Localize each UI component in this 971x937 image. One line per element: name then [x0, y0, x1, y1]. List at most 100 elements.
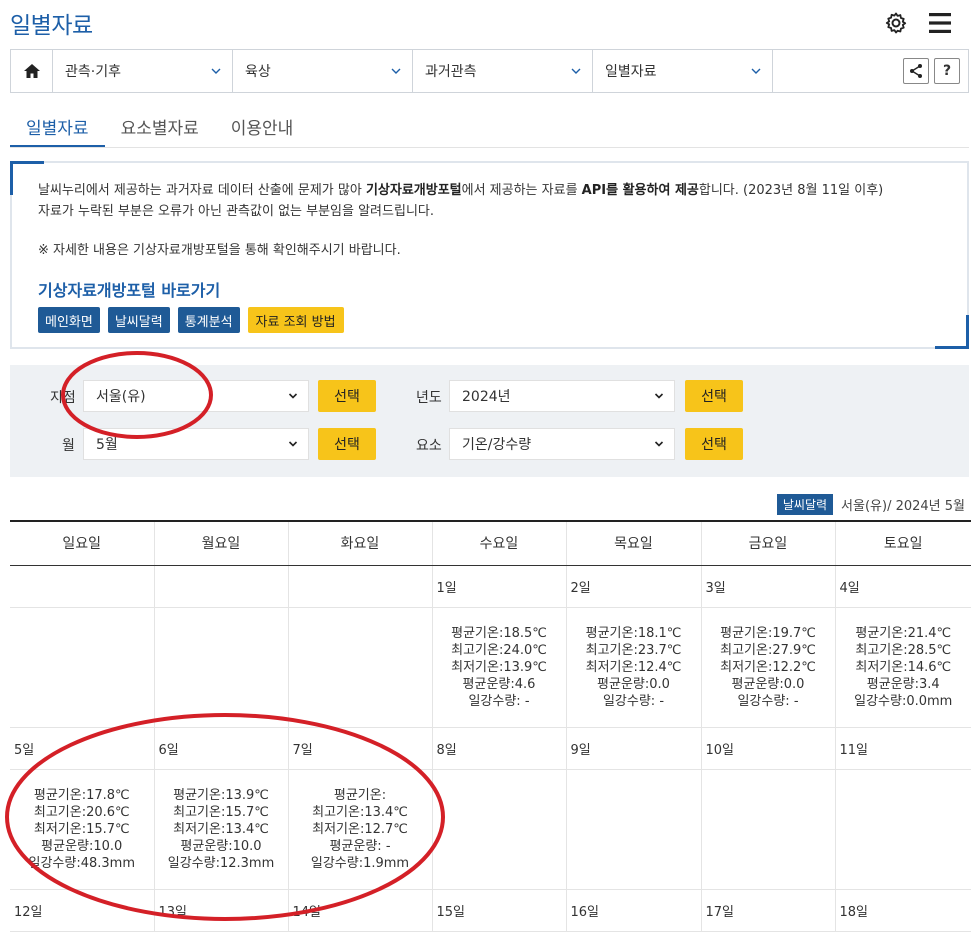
- day-data-cell: [835, 769, 971, 890]
- tab-daily[interactable]: 일별자료: [10, 106, 105, 148]
- weather-value: 최고기온:13.4℃: [312, 804, 408, 820]
- day-number-cell: 4일: [835, 565, 971, 608]
- year-label: 년도: [416, 390, 442, 406]
- gear-icon[interactable]: [883, 10, 909, 36]
- day-number-cell: 16일: [566, 889, 702, 932]
- weather-value: 최저기온:12.4℃: [585, 659, 682, 675]
- year-select[interactable]: 2024년: [449, 380, 675, 412]
- day-number-cell: 1일: [432, 565, 567, 608]
- notice-line-3: ※ 자세한 내용은 기상자료개방포털을 통해 확인해주시기 바랍니다.: [38, 243, 401, 258]
- day-number-cell: 5일: [10, 727, 155, 770]
- element-select[interactable]: 기온/강수량: [449, 428, 675, 460]
- weather-value: 평균기온:18.5℃: [451, 625, 547, 641]
- weather-value: 평균운량:3.4: [866, 676, 940, 692]
- help-button[interactable]: ?: [934, 58, 960, 84]
- chevron-down-icon: [751, 68, 761, 74]
- chevron-down-icon: [654, 393, 664, 399]
- weather-value: 평균기온:: [333, 787, 387, 803]
- day-number-cell: 13일: [154, 889, 289, 932]
- day-number-cell: 17일: [701, 889, 836, 932]
- day-number-cell: 3일: [701, 565, 836, 608]
- weather-value: 평균기온:17.8℃: [33, 787, 130, 803]
- weather-value: 평균기온:21.4℃: [855, 625, 952, 641]
- day-data-cell: 평균기온:21.4℃ 최고기온:28.5℃ 최저기온:14.6℃ 평균운량:3.4 일강…: [835, 607, 971, 728]
- day-number-cell: [10, 565, 155, 608]
- notice-line-2: 자료가 누락된 부분은 오류가 아닌 관측값이 없는 부분임을 알려드립니다.: [38, 204, 434, 219]
- day-number-cell: 14일: [288, 889, 433, 932]
- station-select[interactable]: 서울(유): [83, 380, 309, 412]
- home-icon[interactable]: [11, 50, 53, 92]
- weather-value: 일강수량:0.0mm: [854, 693, 953, 709]
- weather-value: 일강수량: -: [468, 693, 530, 709]
- top-icons: [883, 10, 953, 36]
- main-page-button[interactable]: 메인화면: [38, 307, 100, 333]
- breadcrumb-nav: 관측·기후 육상 과거관측 일별자료 ?: [10, 49, 969, 93]
- element-label: 요소: [416, 438, 442, 454]
- weather-calendar-button[interactable]: 날씨달력: [107, 307, 170, 333]
- menu-icon[interactable]: [927, 10, 953, 36]
- weather-value: 평균기온:13.9℃: [173, 787, 269, 803]
- statistics-button[interactable]: 통계분석: [177, 307, 240, 333]
- weather-value: 최고기온:24.0℃: [451, 642, 547, 658]
- nav-select-category[interactable]: 관측·기후: [53, 50, 233, 92]
- day-number-cell: 2일: [566, 565, 702, 608]
- day-data-row: 평균기온:18.5℃ 최고기온:24.0℃ 최저기온:13.9℃ 평균운량:4.6 일강…: [10, 607, 971, 728]
- howto-button[interactable]: 자료 조회 방법: [247, 307, 344, 333]
- weather-value: 일강수량: -: [737, 693, 799, 709]
- calendar-table: 일요일 월요일 화요일 수요일 목요일 금요일 토요일 1일 2일 3일 4일 평균기온…: [10, 520, 971, 932]
- weather-value: 최저기온:13.9℃: [451, 659, 547, 675]
- weather-value: 평균운량:10.0: [41, 838, 123, 854]
- month-select[interactable]: 5월: [83, 428, 309, 460]
- share-button[interactable]: [903, 58, 929, 84]
- tab-guide[interactable]: 이용안내: [215, 106, 310, 148]
- weather-value: 평균운량:0.0: [597, 676, 670, 692]
- corner-accent: [10, 161, 13, 195]
- year-select-button[interactable]: 선택: [685, 380, 743, 412]
- day-data-cell: 평균기온:18.1℃ 최고기온:23.7℃ 최저기온:12.4℃ 평균운량:0.0 일강…: [566, 607, 702, 728]
- month-value: 5월: [96, 437, 118, 453]
- element-value: 기온/강수량: [462, 437, 532, 453]
- nav-select-past-obs[interactable]: 과거관측: [413, 50, 593, 92]
- weather-value: 최저기온:15.7℃: [33, 821, 130, 837]
- share-icon: [910, 64, 922, 78]
- calendar-badge: 날씨달력: [776, 494, 834, 515]
- nav-select-label: 관측·기후: [65, 64, 121, 80]
- portal-buttons: 메인화면 날씨달력 통계분석 자료 조회 방법: [38, 307, 344, 333]
- notice-emphasis: 기상자료개방포털: [365, 183, 462, 198]
- tab-by-element[interactable]: 요소별자료: [105, 106, 215, 148]
- day-number-row: 1일 2일 3일 4일: [10, 565, 971, 608]
- weekday-header: 목요일: [566, 520, 702, 566]
- weather-value: 최고기온:23.7℃: [585, 642, 682, 658]
- weather-value: 최저기온:12.2℃: [720, 659, 816, 675]
- day-number-row: 12일 13일 14일 15일 16일 17일 18일: [10, 889, 971, 932]
- element-select-button[interactable]: 선택: [685, 428, 743, 460]
- day-data-cell: 평균기온:17.8℃ 최고기온:20.6℃ 최저기온:15.7℃ 평균운량:10.0 일…: [10, 769, 155, 890]
- portal-link-title[interactable]: 기상자료개방포털 바로가기: [38, 277, 220, 301]
- tab-bar: 일별자료 요소별자료 이용안내: [10, 106, 969, 148]
- day-data-cell: [432, 769, 567, 890]
- day-data-cell: [10, 607, 155, 728]
- weather-value: 최고기온:27.9℃: [720, 642, 816, 658]
- notice-line-1: 날씨누리에서 제공하는 과거자료 데이터 산출에 문제가 많아 기상자료개방포털…: [38, 179, 883, 198]
- nav-select-area[interactable]: 육상: [233, 50, 413, 92]
- weather-value: 평균운량:4.6: [462, 676, 536, 692]
- notice-text: 에서 제공하는 자료를: [461, 183, 582, 198]
- nav-select-daily[interactable]: 일별자료: [593, 50, 773, 92]
- calendar-caption-text: 서울(유)/ 2024년 5월: [841, 499, 965, 514]
- month-select-button[interactable]: 선택: [318, 428, 376, 460]
- day-data-cell: [701, 769, 836, 890]
- weekday-header: 일요일: [10, 520, 155, 566]
- weekday-header-row: 일요일 월요일 화요일 수요일 목요일 금요일 토요일: [10, 520, 971, 566]
- day-number-cell: 15일: [432, 889, 567, 932]
- day-data-cell: 평균기온:13.9℃ 최고기온:15.7℃ 최저기온:13.4℃ 평균운량:10.0 일…: [154, 769, 289, 890]
- station-select-button[interactable]: 선택: [318, 380, 376, 412]
- weather-value: 최저기온:12.7℃: [312, 821, 408, 837]
- nav-select-label: 일별자료: [605, 64, 657, 80]
- nav-tools: ?: [773, 50, 968, 92]
- weekday-header: 월요일: [154, 520, 289, 566]
- day-number-cell: 18일: [835, 889, 971, 932]
- nav-select-label: 과거관측: [425, 64, 477, 80]
- calendar-caption: 날씨달력 서울(유)/ 2024년 5월: [776, 494, 965, 515]
- chevron-down-icon: [654, 441, 664, 447]
- day-data-cell: 평균기온:19.7℃ 최고기온:27.9℃ 최저기온:12.2℃ 평균운량:0.0 일강…: [701, 607, 836, 728]
